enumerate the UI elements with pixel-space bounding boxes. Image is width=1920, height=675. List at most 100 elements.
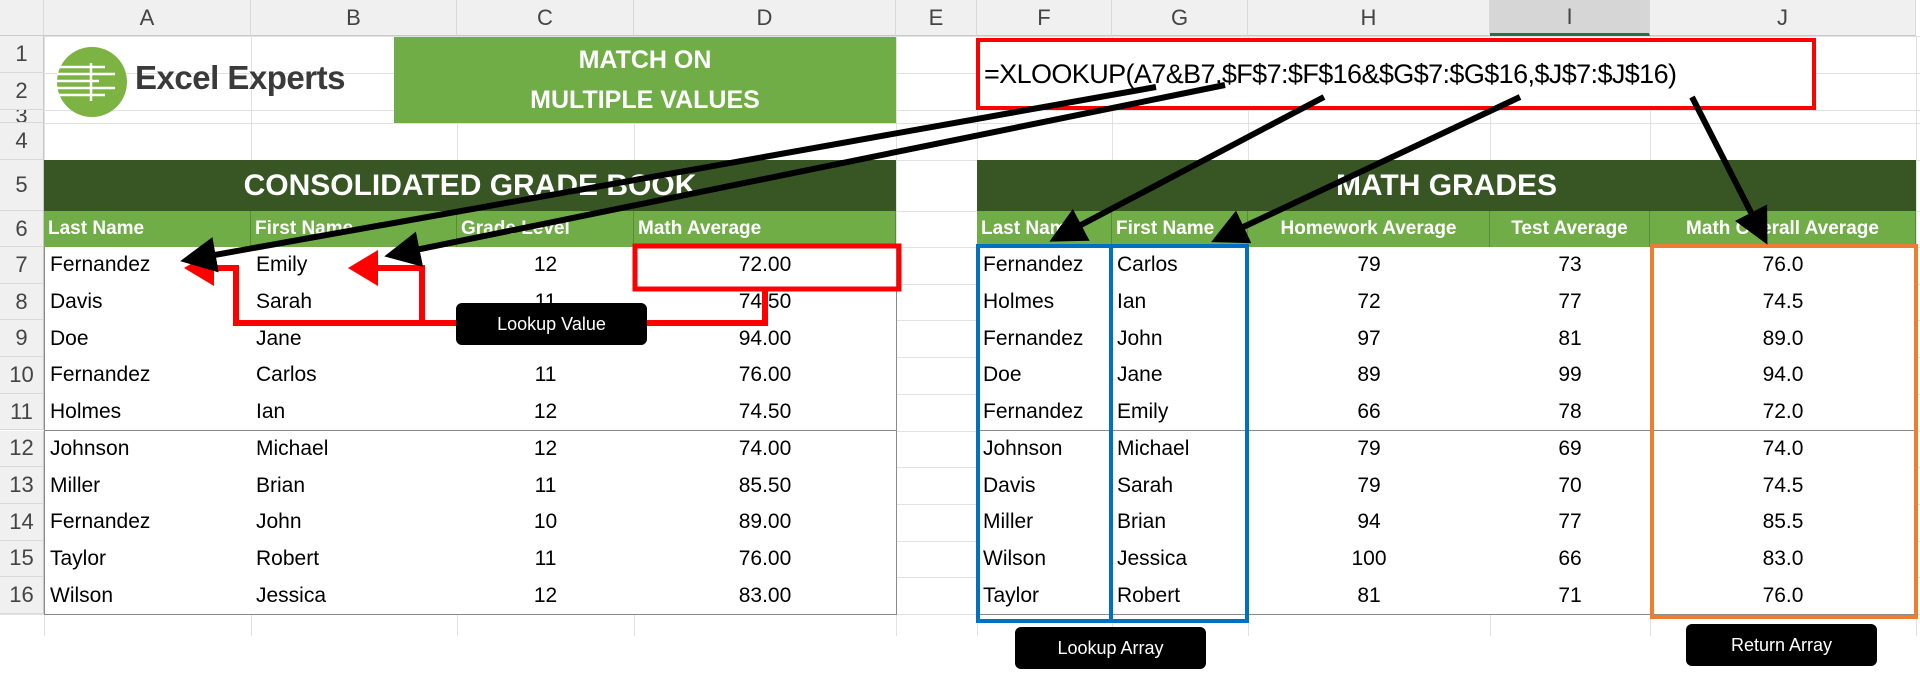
table-cell[interactable]: 71 [1490,577,1651,615]
row-header-16[interactable]: 16 [0,577,44,614]
table-cell[interactable]: Emily [251,247,458,285]
row-header-8[interactable]: 8 [0,283,44,321]
table-cell[interactable]: 100 [1248,540,1491,579]
table-cell[interactable]: 99 [1490,357,1651,395]
table-cell[interactable]: Michael [1112,430,1249,469]
table-cell[interactable]: 85.5 [1650,503,1917,542]
table-cell[interactable]: Robert [1112,577,1249,615]
table-cell[interactable]: Miller [44,467,252,505]
table-cell[interactable]: Holmes [44,393,252,432]
table-cell[interactable]: 73 [1490,247,1651,285]
table-cell[interactable]: 77 [1490,283,1651,322]
row-header-9[interactable]: 9 [0,320,44,358]
table-cell[interactable]: 76.0 [1650,247,1917,285]
table-cell[interactable]: Davis [977,467,1113,505]
table-cell[interactable]: 89 [1248,357,1491,395]
table-cell[interactable]: Wilson [44,577,252,615]
row-header-3[interactable]: 3 [0,110,44,123]
table-cell[interactable]: 83.00 [634,577,897,615]
table-cell[interactable]: Jessica [251,577,458,615]
table-cell[interactable]: John [251,503,458,542]
table-cell[interactable]: 94 [1248,503,1491,542]
table-cell[interactable]: 79 [1248,247,1491,285]
column-header-J[interactable]: J [1650,0,1916,36]
table-cell[interactable]: Jane [251,320,458,359]
table-cell[interactable]: Carlos [251,357,458,395]
table-cell[interactable]: 66 [1490,540,1651,579]
table-cell[interactable]: 72.00 [634,247,897,285]
table-cell[interactable]: Carlos [1112,247,1249,285]
row-header-1[interactable]: 1 [0,36,44,73]
table-cell[interactable]: Holmes [977,283,1113,322]
table-cell[interactable]: 72 [1248,283,1491,322]
table-cell[interactable]: 79 [1248,467,1491,505]
column-header-C[interactable]: C [457,0,634,36]
table-cell[interactable]: 12 [457,430,635,469]
table-cell[interactable]: Ian [1112,283,1249,322]
table-cell[interactable]: 76.00 [634,357,897,395]
table-cell[interactable]: Sarah [251,283,458,322]
table-cell[interactable]: Fernandez [977,320,1113,359]
table-cell[interactable]: Miller [977,503,1113,542]
table-cell[interactable]: Johnson [977,430,1113,469]
table-cell[interactable]: 12 [457,577,635,615]
table-cell[interactable]: 77 [1490,503,1651,542]
table-cell[interactable]: 79 [1248,430,1491,469]
table-cell[interactable]: Sarah [1112,467,1249,505]
table-cell[interactable]: Doe [44,320,252,359]
row-header-15[interactable]: 15 [0,540,44,578]
table-cell[interactable]: 12 [457,247,635,285]
table-cell[interactable]: Taylor [44,540,252,579]
table-cell[interactable]: Fernandez [44,357,252,395]
table-cell[interactable]: Emily [1112,393,1249,432]
table-cell[interactable]: Fernandez [977,393,1113,432]
table-cell[interactable]: 12 [457,393,635,432]
table-cell[interactable]: Robert [251,540,458,579]
table-cell[interactable]: Doe [977,357,1113,395]
column-header-E[interactable]: E [896,0,977,36]
table-cell[interactable]: 11 [457,540,635,579]
select-all-corner[interactable] [0,0,44,36]
row-header-12[interactable]: 12 [0,430,44,468]
column-header-F[interactable]: F [977,0,1112,36]
table-cell[interactable]: 76.0 [1650,577,1917,615]
table-cell[interactable]: 83.0 [1650,540,1917,579]
table-cell[interactable]: Michael [251,430,458,469]
table-cell[interactable]: 11 [457,357,635,395]
row-header-4[interactable]: 4 [0,123,44,160]
row-header-14[interactable]: 14 [0,503,44,541]
row-header-6[interactable]: 6 [0,211,44,247]
table-cell[interactable]: 66 [1248,393,1491,432]
row-header-11[interactable]: 11 [0,393,44,431]
table-cell[interactable]: Jessica [1112,540,1249,579]
row-header-10[interactable]: 10 [0,357,44,394]
table-cell[interactable]: 76.00 [634,540,897,579]
row-header-13[interactable]: 13 [0,467,44,504]
table-cell[interactable]: 85.50 [634,467,897,505]
column-header-D[interactable]: D [634,0,896,36]
table-cell[interactable]: 78 [1490,393,1651,432]
table-cell[interactable]: Jane [1112,357,1249,395]
table-cell[interactable]: 69 [1490,430,1651,469]
table-cell[interactable]: 70 [1490,467,1651,505]
table-cell[interactable]: Davis [44,283,252,322]
table-cell[interactable]: Brian [251,467,458,505]
table-cell[interactable]: 10 [457,503,635,542]
table-cell[interactable]: Fernandez [44,247,252,285]
table-cell[interactable]: 74.5 [1650,467,1917,505]
table-cell[interactable]: 94.0 [1650,357,1917,395]
table-cell[interactable]: 11 [457,467,635,505]
table-cell[interactable]: 97 [1248,320,1491,359]
table-cell[interactable]: 81 [1248,577,1491,615]
table-cell[interactable]: Taylor [977,577,1113,615]
table-cell[interactable]: 74.50 [634,393,897,432]
table-cell[interactable]: Brian [1112,503,1249,542]
table-cell[interactable]: 74.5 [1650,283,1917,322]
column-header-H[interactable]: H [1248,0,1490,36]
table-cell[interactable]: 74.0 [1650,430,1917,469]
column-header-G[interactable]: G [1112,0,1248,36]
table-cell[interactable]: 81 [1490,320,1651,359]
column-header-A[interactable]: A [44,0,251,36]
table-cell[interactable]: Ian [251,393,458,432]
column-header-B[interactable]: B [251,0,457,36]
